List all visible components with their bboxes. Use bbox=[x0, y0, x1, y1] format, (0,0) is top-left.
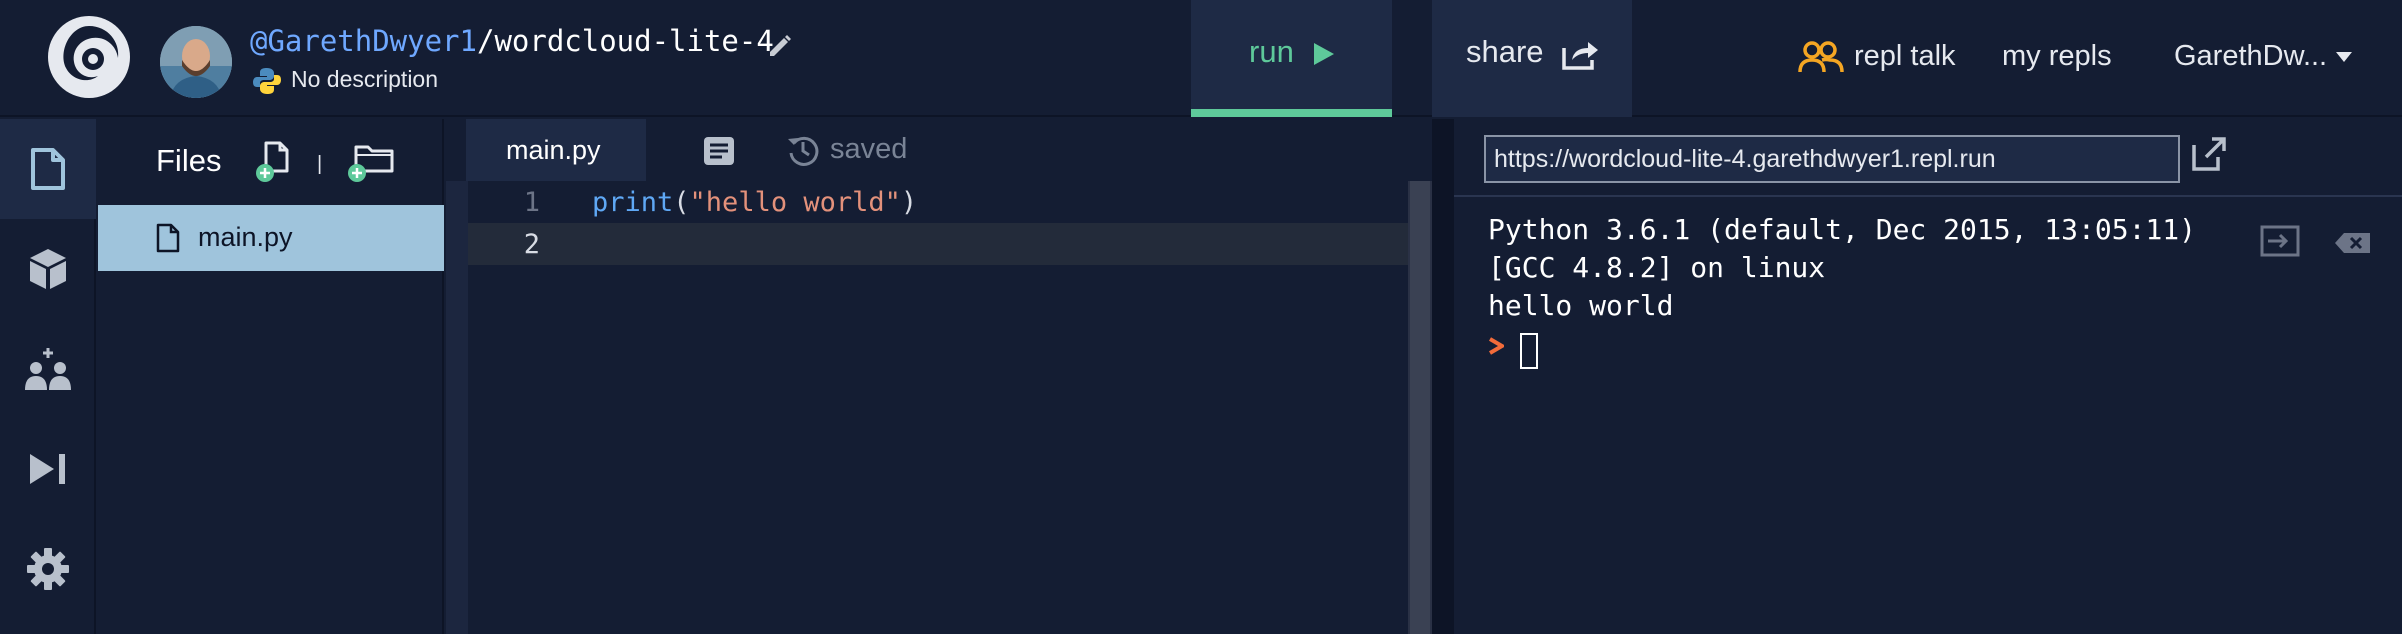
console-panel[interactable]: Python 3.6.1 (default, Dec 2015, 13:05:1… bbox=[1454, 197, 2402, 634]
multiplayer-icon bbox=[25, 348, 71, 390]
console-cursor[interactable] bbox=[1520, 333, 1538, 369]
add-folder-icon[interactable] bbox=[348, 139, 396, 183]
editor-scrollbar[interactable] bbox=[1408, 181, 1432, 634]
sidebar-item-debugger[interactable] bbox=[0, 419, 96, 519]
code-editor[interactable]: 1 print("hello world") 2 bbox=[446, 181, 1432, 634]
sidebar-item-files[interactable] bbox=[0, 119, 96, 219]
files-icon bbox=[31, 148, 65, 190]
pane-resizer[interactable] bbox=[1432, 119, 1454, 634]
sidebar-item-multiplayer[interactable] bbox=[0, 319, 96, 419]
line-number: 1 bbox=[523, 187, 540, 218]
collapse-console-icon[interactable] bbox=[2260, 225, 2300, 257]
file-name: main.py bbox=[198, 222, 293, 252]
repl-description[interactable]: No description bbox=[291, 66, 438, 93]
run-active-indicator bbox=[1191, 109, 1392, 117]
repl-name[interactable]: wordcloud-lite-4 bbox=[494, 24, 773, 58]
open-in-new-tab-icon[interactable] bbox=[2190, 135, 2228, 173]
repl-talk-icon[interactable] bbox=[1798, 40, 1844, 74]
share-icon bbox=[1562, 42, 1598, 70]
share-label: share bbox=[1466, 34, 1544, 69]
settings-icon bbox=[27, 548, 69, 590]
user-menu[interactable]: GarethDw... bbox=[2174, 40, 2327, 73]
console-output-line: [GCC 4.8.2] on linux bbox=[1488, 251, 1826, 284]
url-input[interactable] bbox=[1484, 135, 2180, 183]
console-output-line: Python 3.6.1 (default, Dec 2015, 13:05:1… bbox=[1488, 213, 2197, 246]
sidebar-item-packages[interactable] bbox=[0, 219, 96, 319]
sidebar-item-settings[interactable] bbox=[0, 519, 96, 619]
clear-console-icon[interactable] bbox=[2334, 231, 2372, 255]
add-file-icon[interactable] bbox=[256, 139, 296, 183]
sidebar-icon-bar bbox=[0, 119, 96, 634]
debugger-icon bbox=[30, 454, 65, 484]
prompt-icon bbox=[1488, 337, 1504, 355]
files-panel: Files | main.py bbox=[98, 119, 444, 634]
replit-logo[interactable] bbox=[46, 14, 132, 100]
repl-talk-link[interactable]: repl talk bbox=[1854, 40, 1956, 73]
top-header: @GarethDwyer1/wordcloud-lite-4 No descri… bbox=[0, 0, 2402, 117]
format-icon[interactable] bbox=[702, 135, 736, 167]
play-icon bbox=[1314, 43, 1334, 65]
code-text[interactable]: print("hello world") bbox=[592, 187, 917, 218]
code-line-active[interactable]: 2 bbox=[468, 223, 1408, 265]
file-item[interactable]: main.py bbox=[98, 205, 444, 271]
caret-down-icon[interactable] bbox=[2336, 52, 2352, 62]
file-icon bbox=[156, 223, 180, 253]
run-label: run bbox=[1249, 34, 1294, 69]
share-button[interactable]: share bbox=[1432, 0, 1632, 117]
tab-main-py[interactable]: main.py bbox=[466, 119, 646, 181]
python-icon bbox=[253, 68, 281, 94]
files-title: Files bbox=[156, 143, 222, 178]
token-function: print bbox=[592, 187, 674, 218]
editor-gutter-strip bbox=[446, 181, 468, 634]
console-output-line: hello world bbox=[1488, 289, 1674, 322]
webview-url-bar bbox=[1454, 119, 2402, 197]
code-line[interactable]: 1 print("hello world") bbox=[468, 181, 1408, 223]
run-button[interactable]: run bbox=[1191, 0, 1392, 117]
history-icon[interactable] bbox=[786, 133, 820, 167]
pencil-icon[interactable] bbox=[766, 30, 794, 58]
token-paren-open: ( bbox=[673, 187, 690, 218]
token-string: "hello world" bbox=[689, 187, 901, 218]
repl-title[interactable]: @GarethDwyer1/wordcloud-lite-4 bbox=[250, 24, 774, 58]
repl-path-separator: / bbox=[476, 24, 495, 58]
repl-owner[interactable]: @GarethDwyer1 bbox=[250, 24, 477, 58]
files-separator: | bbox=[317, 153, 323, 175]
token-paren-close: ) bbox=[900, 187, 918, 218]
line-number: 2 bbox=[523, 229, 540, 260]
my-repls-link[interactable]: my repls bbox=[2002, 40, 2112, 73]
editor-tab-bar: main.py saved bbox=[446, 119, 1432, 181]
tab-label: main.py bbox=[506, 135, 601, 165]
packages-icon bbox=[30, 249, 66, 289]
scrollbar-thumb[interactable] bbox=[1410, 181, 1430, 634]
avatar[interactable] bbox=[160, 26, 232, 98]
save-status: saved bbox=[830, 133, 908, 165]
